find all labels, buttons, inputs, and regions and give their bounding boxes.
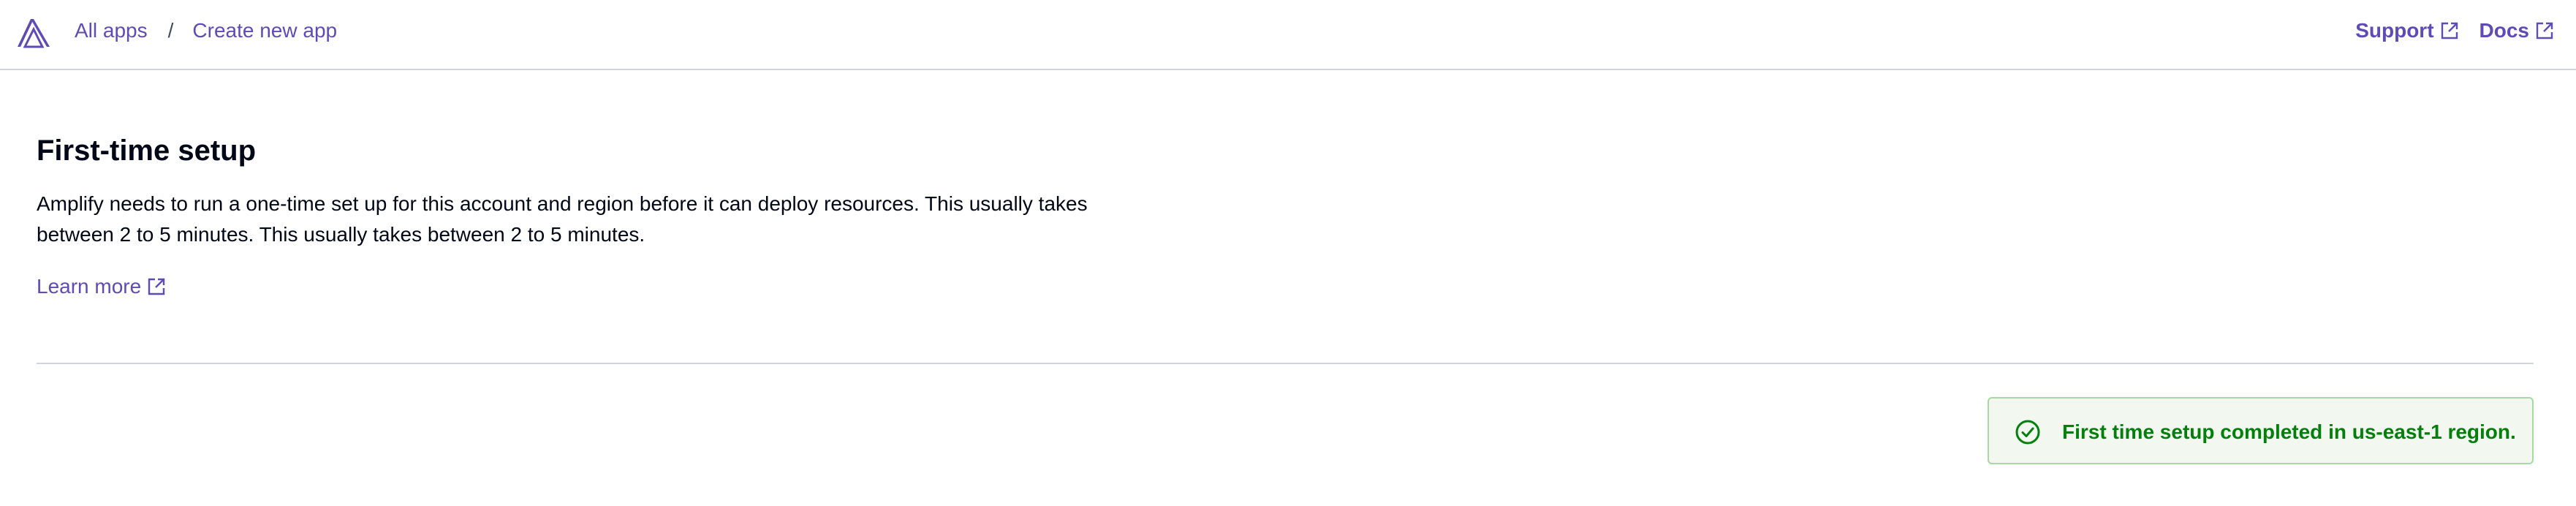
amplify-logo[interactable] xyxy=(15,16,53,48)
breadcrumb-separator: / xyxy=(167,19,174,42)
breadcrumb-all-apps[interactable]: All apps xyxy=(75,18,148,44)
divider xyxy=(37,363,2534,364)
docs-link-label: Docs xyxy=(2479,19,2529,42)
setup-description: Amplify needs to run a one-time set up f… xyxy=(37,192,1088,246)
notification-message: First time setup completed in us-east-1 … xyxy=(2062,420,2516,443)
breadcrumb: All apps / Create new app xyxy=(75,18,337,44)
breadcrumb-create-new-app[interactable]: Create new app xyxy=(192,18,337,44)
check-circle-icon xyxy=(2015,420,2040,445)
external-link-icon xyxy=(148,278,165,295)
top-navigation: All apps / Create new app Support Docs xyxy=(0,0,2576,70)
setup-content: First-time setup Amplify needs to run a … xyxy=(37,132,1118,250)
docs-link[interactable]: Docs xyxy=(2480,18,2554,44)
support-link-label: Support xyxy=(2355,19,2434,42)
page-title: First-time setup xyxy=(37,135,257,167)
external-link-icon xyxy=(2536,22,2553,39)
header-links: Support Docs xyxy=(2355,18,2554,44)
support-link[interactable]: Support xyxy=(2355,18,2458,44)
learn-more-link[interactable]: Learn more xyxy=(37,273,166,300)
external-link-icon xyxy=(2441,22,2458,39)
learn-more-label: Learn more xyxy=(37,275,142,298)
success-notification: First time setup completed in us-east-1 … xyxy=(1988,397,2534,464)
